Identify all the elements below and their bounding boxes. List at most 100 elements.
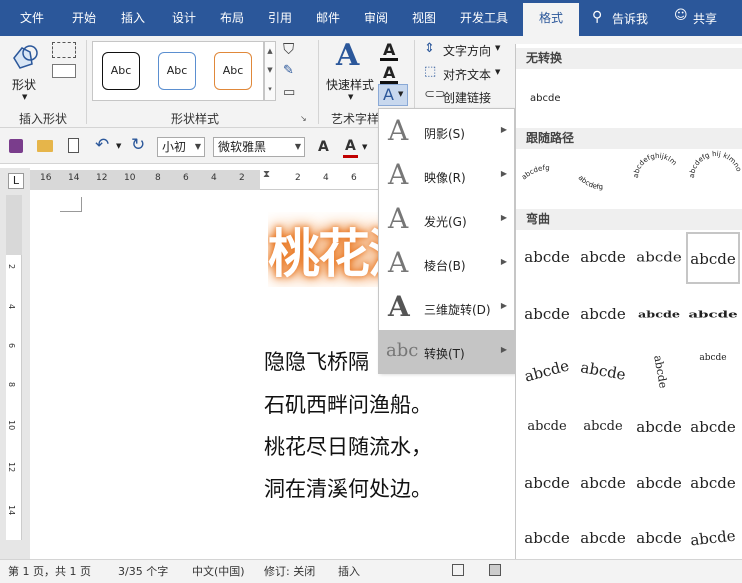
gallery-scroll-buttons[interactable]: ▲ ▼ ▾: [264, 41, 276, 101]
warp-option[interactable]: abcde: [520, 513, 574, 565]
share-button[interactable]: 共享: [693, 10, 717, 27]
warp-option[interactable]: abcde: [576, 458, 630, 510]
quick-styles-button[interactable]: 快速样式: [326, 76, 374, 93]
tab-file[interactable]: 文件: [14, 0, 50, 36]
edit-shape-icon[interactable]: [52, 42, 76, 58]
language-status[interactable]: 中文(中国): [192, 563, 245, 579]
tell-me-label[interactable]: 告诉我: [612, 10, 648, 27]
page-count[interactable]: 第 1 页，共 1 页: [8, 563, 91, 579]
follow-path-arch-down[interactable]: abcdefg: [577, 174, 603, 191]
tab-design[interactable]: 设计: [166, 0, 202, 36]
poem-line[interactable]: 洞在清溪何处边。: [264, 473, 432, 503]
follow-path-arch-up[interactable]: abcdefg: [520, 164, 550, 182]
art-text-styles-label: 艺术字样: [330, 112, 379, 126]
track-changes-status[interactable]: 修订: 关闭: [264, 563, 315, 579]
text-box-icon[interactable]: [52, 64, 76, 78]
chevron-down-icon[interactable]: ▼: [116, 142, 121, 150]
save-icon[interactable]: [9, 139, 23, 153]
text-direction-icon[interactable]: ⇕: [424, 41, 435, 56]
word-art-text[interactable]: 桃花流: [268, 212, 378, 287]
warp-option[interactable]: abcde: [629, 341, 690, 403]
warp-option[interactable]: abcde: [576, 513, 630, 565]
tab-insert[interactable]: 插入: [115, 0, 151, 36]
warp-option[interactable]: abcde: [520, 289, 574, 341]
warp-option[interactable]: abcde: [632, 402, 686, 454]
shape-label[interactable]: 形状: [12, 76, 36, 93]
tab-developer[interactable]: 开发工具: [452, 0, 516, 36]
word-count[interactable]: 3/35 个字: [118, 563, 168, 579]
shape-effects-icon[interactable]: ▭: [283, 85, 295, 100]
align-text-button[interactable]: 对齐文本: [443, 66, 491, 83]
undo-icon[interactable]: ↶: [95, 135, 109, 155]
warp-option[interactable]: abcde: [520, 232, 574, 284]
tab-references[interactable]: 引用: [262, 0, 298, 36]
create-link-button[interactable]: 创建链接: [443, 89, 491, 106]
warp-option[interactable]: abcde: [632, 458, 686, 510]
text-fill-icon[interactable]: A: [383, 40, 395, 59]
open-folder-icon[interactable]: [37, 140, 53, 152]
warp-option[interactable]: abcde: [686, 346, 740, 398]
read-mode-icon[interactable]: [452, 564, 464, 576]
ruler-tick-label: 4: [323, 173, 329, 183]
shape-outline-icon[interactable]: ✎: [283, 63, 294, 78]
menu-item-transform[interactable]: abc 转换(T) ▶: [378, 330, 515, 374]
tab-format[interactable]: 格式: [523, 3, 579, 36]
text-direction-button[interactable]: 文字方向: [443, 42, 491, 59]
font-name-select[interactable]: 微软雅黑 ▼: [213, 137, 305, 157]
follow-path-button[interactable]: abcdefg hij klmno: [688, 150, 742, 178]
reflection-effect-icon: A: [388, 158, 409, 191]
poem-line[interactable]: 隐隐飞桥隔: [264, 346, 376, 376]
follow-path-header: 跟随路径: [516, 128, 742, 149]
warp-option[interactable]: abcde: [632, 236, 686, 280]
warp-option[interactable]: abcde: [632, 513, 686, 565]
tab-home[interactable]: 开始: [66, 0, 102, 36]
warp-option[interactable]: abcde: [686, 402, 740, 454]
redo-icon[interactable]: ↻: [131, 135, 145, 155]
warp-option[interactable]: abcde: [520, 458, 574, 510]
poem-line[interactable]: 桃花尽日随流水，: [264, 431, 432, 461]
insert-mode-status[interactable]: 插入: [338, 563, 360, 579]
font-size-select[interactable]: 小初 ▼: [157, 137, 205, 157]
menu-item-reflection[interactable]: A 映像(R) ▶: [378, 154, 515, 198]
warp-option[interactable]: abcde: [520, 402, 574, 454]
warp-option[interactable]: abcde: [572, 342, 634, 403]
menu-item-3d-rotation[interactable]: A 三维旋转(D) ▶: [378, 286, 515, 330]
indent-marker[interactable]: ⧗: [263, 169, 270, 180]
menu-item-bevel[interactable]: A 棱台(B) ▶: [378, 242, 515, 286]
chevron-down-icon: ▼: [495, 68, 501, 76]
shape-style-black[interactable]: Abc: [102, 52, 140, 90]
tab-review[interactable]: 审阅: [358, 0, 394, 36]
follow-path-circle[interactable]: abcdefghijklm: [632, 152, 678, 178]
warp-option-selected[interactable]: abcde: [686, 232, 740, 284]
shape-fill-icon[interactable]: ⛉: [283, 40, 294, 58]
poem-line[interactable]: 石矶西畔问渔船。: [264, 389, 432, 419]
print-layout-icon[interactable]: [489, 564, 501, 576]
ruler-tick-label: 6: [183, 173, 189, 183]
warp-option[interactable]: abcde: [576, 402, 630, 454]
text-fill-color-bar: [380, 58, 398, 61]
font-icon[interactable]: A: [318, 139, 329, 155]
warp-option[interactable]: abcde: [686, 299, 740, 330]
tab-layout[interactable]: 布局: [214, 0, 250, 36]
chevron-down-icon[interactable]: ▼: [362, 143, 367, 151]
warp-option[interactable]: abcde: [576, 289, 630, 341]
warp-option[interactable]: abcde: [636, 299, 682, 330]
tab-view[interactable]: 视图: [406, 0, 442, 36]
person-icon: ☺: [674, 8, 688, 23]
quick-styles-icon[interactable]: A: [336, 38, 359, 73]
menu-item-glow[interactable]: A 发光(G) ▶: [378, 198, 515, 242]
font-color-icon[interactable]: A: [345, 138, 356, 154]
shape-style-orange[interactable]: Abc: [214, 52, 252, 90]
menu-item-shadow[interactable]: A 阴影(S) ▶: [378, 110, 515, 154]
warp-option[interactable]: abcde: [686, 458, 740, 510]
shapes-icon[interactable]: [10, 42, 40, 72]
tab-stop-selector[interactable]: L: [8, 173, 24, 189]
tab-mailings[interactable]: 邮件: [310, 0, 346, 36]
text-outline-icon[interactable]: A: [383, 63, 395, 82]
new-document-icon[interactable]: [68, 138, 79, 153]
dialog-launcher-icon[interactable]: ↘: [300, 114, 307, 123]
no-transform-option[interactable]: abcde: [530, 93, 560, 104]
warp-option[interactable]: abcde: [576, 232, 630, 284]
shape-style-blue[interactable]: Abc: [158, 52, 196, 90]
align-text-icon[interactable]: ⬚: [424, 64, 436, 79]
